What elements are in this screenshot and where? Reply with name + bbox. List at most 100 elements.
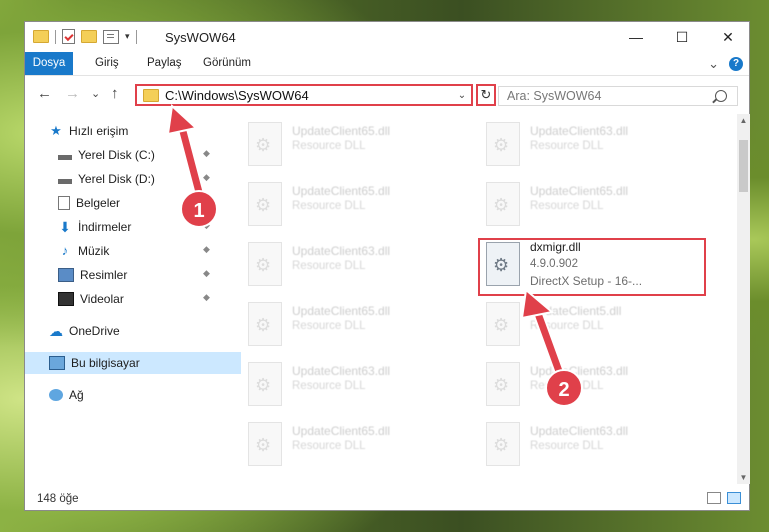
document-icon [58,196,70,210]
file-type: Resource DLL [530,440,604,452]
sidebar-item-local-disk-d[interactable]: Yerel Disk (D:) ◆ [25,168,250,190]
file-name: UpdateClient65.dll [292,304,391,318]
minimize-button[interactable]: — [613,22,659,52]
dll-file-icon [486,362,520,406]
pin-icon[interactable]: ◆ [203,293,211,302]
search-icon[interactable] [715,90,727,102]
sidebar-item-music[interactable]: ♪ Müzik ◆ [25,240,250,262]
back-button[interactable]: ← [37,85,52,102]
file-item[interactable]: UpdateClient5.dll Resource DLL [456,298,676,354]
pin-icon[interactable]: ◆ [203,173,211,182]
pin-icon[interactable]: ◆ [203,149,211,158]
address-bar[interactable]: C:\Windows\SysWOW64 ⌄ [135,84,473,106]
sidebar-item-label: Ağ [69,388,84,402]
up-button[interactable]: ↑ [111,85,119,102]
file-list: UpdateClient65.dll Resource DLL UpdateCl… [218,114,736,484]
sidebar-item-onedrive[interactable]: ☁ OneDrive [25,320,241,342]
refresh-button[interactable]: ↻ [476,84,496,106]
computer-icon [49,356,65,370]
sidebar-item-this-pc[interactable]: Bu bilgisayar [25,352,241,374]
tab-view[interactable]: Görünüm [193,52,261,75]
file-type: Resource DLL [292,380,366,392]
customize-toolbar-arrow-icon[interactable]: ▾ [125,31,130,42]
forward-button[interactable]: → [65,85,80,102]
search-box[interactable]: Ara: SysWOW64 [498,86,738,106]
network-icon [49,389,63,401]
download-icon: ⬇ [59,219,71,235]
tab-share[interactable]: Paylaş [137,52,192,75]
drive-icon [58,173,72,185]
scrollbar-thumb[interactable] [739,140,748,192]
file-item[interactable]: UpdateClient65.dll Resource DLL [456,178,676,234]
maximize-button[interactable]: ☐ [659,22,705,52]
sidebar-item-label: OneDrive [69,324,120,338]
tiles-view-icon[interactable] [727,492,741,504]
view-options-icon[interactable] [103,29,119,44]
file-item[interactable]: UpdateClient63.dll Resource DLL [456,118,676,174]
expand-ribbon-icon[interactable]: ⌄ [708,56,719,72]
sidebar-item-label: Videolar [80,292,124,306]
sidebar-item-local-disk-c[interactable]: Yerel Disk (C:) ◆ [25,144,250,166]
file-type: Resource DLL [530,200,604,212]
file-type: Resource DLL [292,320,366,332]
sidebar-item-downloads[interactable]: ⬇ İndirmeler ◆ [25,216,250,238]
toolbar-separator [55,29,56,44]
file-highlight-box [478,238,706,296]
file-item[interactable]: UpdateClient65.dll Resource DLL [218,178,438,234]
file-item[interactable]: UpdateClient65.dll Resource DLL [218,418,438,474]
music-icon: ♪ [61,243,69,258]
file-type: Resource DLL [530,320,604,332]
file-name: UpdateClient63.dll [530,424,629,438]
scroll-down-icon[interactable]: ▼ [737,473,750,482]
file-name: UpdateClient65.dll [292,184,391,198]
sidebar-item-pictures[interactable]: Resimler ◆ [25,264,250,286]
annotation-badge-1: 1 [180,190,218,228]
dll-file-icon [248,122,282,166]
tab-home[interactable]: Giriş [85,52,129,75]
scroll-up-icon[interactable]: ▲ [737,116,750,125]
close-button[interactable]: ✕ [705,22,751,52]
annotation-badge-2: 2 [545,369,583,407]
sidebar-item-label: Resimler [80,268,128,282]
sidebar-item-quick-access[interactable]: ★ Hızlı erişim [25,120,241,142]
sidebar-item-label: İndirmeler [78,220,132,234]
search-input[interactable]: Ara: SysWOW64 [499,89,715,103]
help-icon[interactable]: ? [729,57,743,71]
vertical-scrollbar[interactable]: ▲ ▼ [737,114,750,484]
file-item[interactable]: UpdateClient65.dll Resource DLL [218,118,438,174]
address-dropdown-icon[interactable]: ⌄ [453,90,471,101]
file-type: Resource DLL [292,260,366,272]
file-item[interactable]: UpdateClient63.dll Resource DLL [456,418,676,474]
file-type: Resource DLL [292,440,366,452]
address-path[interactable]: C:\Windows\SysWOW64 [165,88,453,103]
file-item[interactable]: UpdateClient65.dll Resource DLL [218,298,438,354]
file-type: Resource DLL [292,140,366,152]
file-item[interactable]: UpdateClient63.dll Resource DLL [218,238,438,294]
file-name: UpdateClient5.dll [530,304,622,318]
sidebar-item-label: Belgeler [76,196,121,210]
sidebar-item-network[interactable]: Ağ [25,384,241,406]
toolbar-separator [135,29,137,44]
dll-file-icon [486,422,520,466]
file-name: UpdateClient63.dll [292,244,391,258]
dll-file-icon [248,422,282,466]
view-switcher [707,492,741,504]
dll-file-icon [248,242,282,286]
navigation-bar: ← → ⌄ ↑ C:\Windows\SysWOW64 ⌄ ↻ Ara: Sys… [25,76,749,114]
pin-icon[interactable]: ◆ [203,269,211,278]
dll-file-icon [248,182,282,226]
file-name: UpdateClient65.dll [530,184,629,198]
file-name: UpdateClient63.dll [292,364,391,378]
sidebar-item-videos[interactable]: Videolar ◆ [25,288,250,310]
tab-file[interactable]: Dosya [25,52,73,75]
file-item[interactable]: UpdateClient63.dll Resource DLL [218,358,438,414]
sidebar-item-label: Hızlı erişim [69,124,129,138]
ribbon-controls: ⌄ ? [708,56,743,72]
recent-locations-button[interactable]: ⌄ [91,87,100,100]
dll-file-icon [248,362,282,406]
details-view-icon[interactable] [707,492,721,504]
properties-check-icon[interactable] [62,29,75,44]
star-icon: ★ [50,123,62,138]
pin-icon[interactable]: ◆ [203,245,211,254]
new-folder-icon[interactable] [81,30,97,43]
